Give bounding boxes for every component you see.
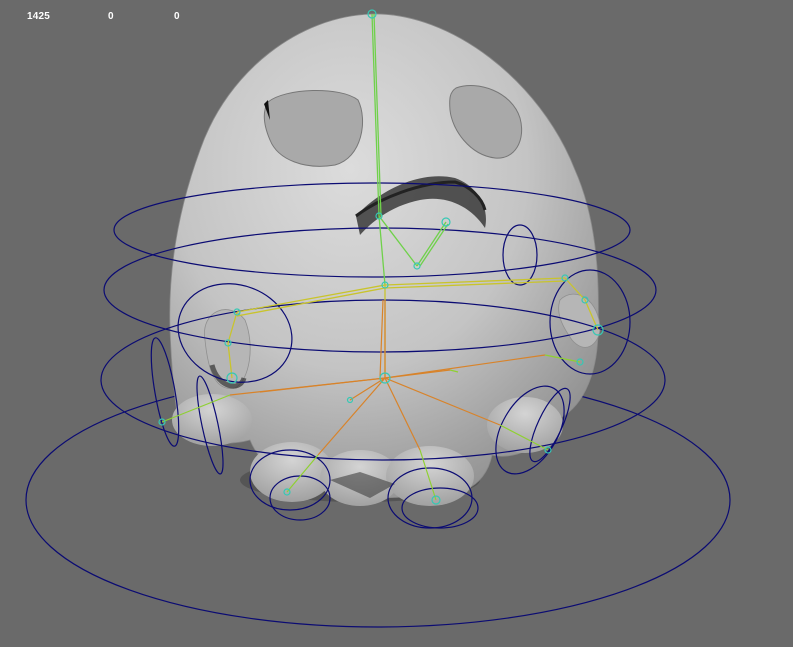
- 3d-viewport[interactable]: 1425 0 0: [0, 0, 793, 647]
- ghost-mesh[interactable]: [169, 13, 601, 506]
- hud-value-1: 1425: [27, 11, 51, 22]
- foot-right: [386, 446, 474, 506]
- hud-value-3: 0: [174, 11, 180, 22]
- scene-canvas[interactable]: [0, 0, 793, 647]
- hud-value-2: 0: [108, 11, 114, 22]
- hud-readout: 1425 0 0: [0, 0, 793, 30]
